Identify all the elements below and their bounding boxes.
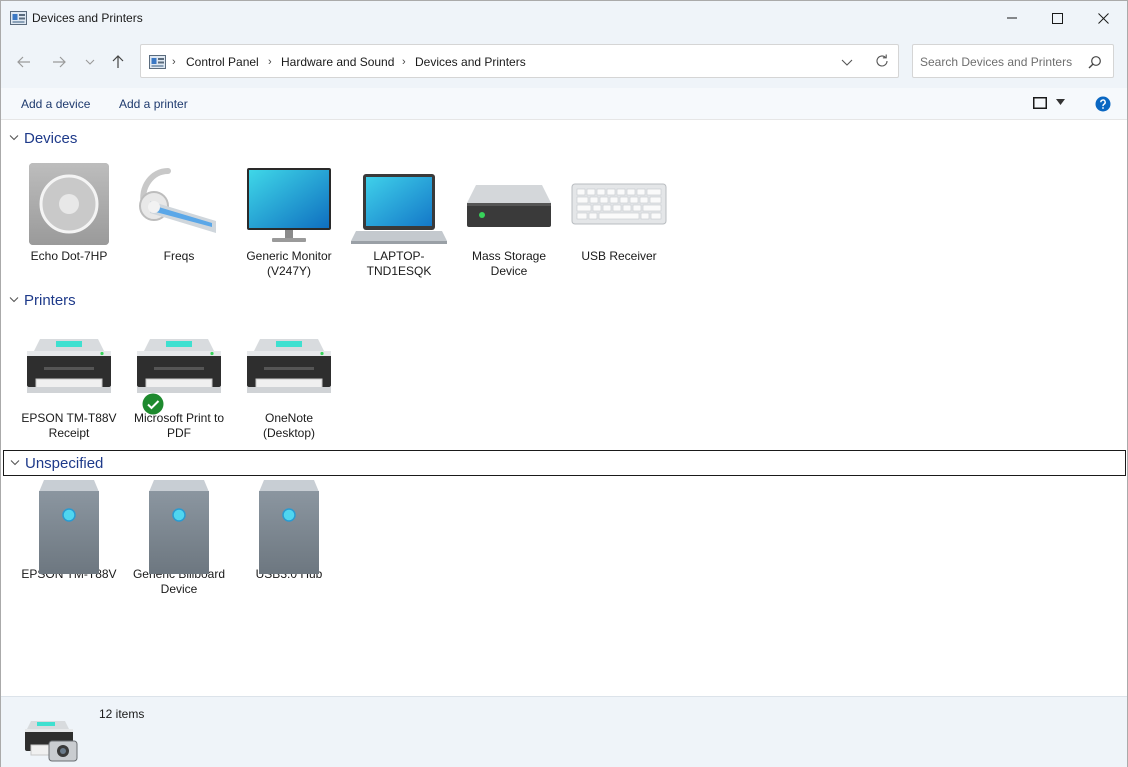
breadcrumb-devices-and-printers[interactable]: Devices and Printers: [415, 55, 526, 69]
chevron-right-icon[interactable]: ›: [268, 56, 272, 68]
printer-item[interactable]: Microsoft Print to PDF: [124, 323, 234, 441]
title-bar: Devices and Printers: [1, 1, 1127, 35]
add-device-button[interactable]: Add a device: [21, 97, 90, 111]
device-item[interactable]: LAPTOP-TND1ESQK: [344, 161, 454, 279]
chevron-right-icon[interactable]: ›: [172, 56, 176, 68]
device-item[interactable]: Echo Dot-7HP: [14, 161, 124, 264]
keyboard-icon: [571, 183, 667, 225]
group-header-devices[interactable]: Devices: [3, 126, 1126, 152]
default-checkmark-icon: [142, 393, 164, 415]
device-item[interactable]: Freqs: [124, 161, 234, 264]
item-count: 12 items: [99, 707, 145, 721]
printer-icon: [137, 339, 221, 393]
minimize-icon: [1007, 17, 1017, 19]
laptop-icon: [351, 174, 447, 244]
group-label: Devices: [24, 130, 78, 147]
control-panel-icon: [149, 55, 166, 69]
device-item[interactable]: Generic Monitor (V247Y): [234, 161, 344, 279]
devices-and-printers-window: Devices and Printers › Control Panel › H…: [0, 0, 1128, 767]
breadcrumb-control-panel[interactable]: Control Panel: [186, 55, 259, 69]
arrow-right-icon: [53, 56, 66, 68]
navigation-bar: › Control Panel › Hardware and Sound › D…: [1, 35, 1127, 88]
chevron-down-icon: [10, 460, 20, 466]
device-label: Echo Dot-7HP: [30, 249, 108, 263]
command-bar: Add a device Add a printer: [1, 88, 1127, 120]
close-button[interactable]: [1080, 1, 1126, 35]
device-item[interactable]: USB Receiver: [564, 161, 674, 264]
generic-device-icon: [39, 480, 99, 574]
window-title: Devices and Printers: [32, 11, 143, 25]
printer-icon: [247, 339, 331, 393]
search-icon[interactable]: [1088, 55, 1102, 69]
forward-button[interactable]: [47, 51, 71, 73]
control-panel-icon: [10, 11, 27, 25]
monitor-icon: [247, 168, 331, 242]
search-input[interactable]: [920, 53, 1085, 70]
chevron-down-icon: [85, 59, 95, 65]
devices-and-printers-icon: [25, 721, 78, 762]
arrow-left-icon: [17, 56, 30, 68]
help-icon[interactable]: [1095, 96, 1111, 112]
printer-icon: [27, 339, 111, 393]
group-label: Unspecified: [25, 455, 104, 472]
drive-icon: [467, 185, 551, 227]
minimize-button[interactable]: [989, 1, 1035, 35]
device-list-area: Devices Echo Dot-7HP Freqs Generic Monit…: [1, 121, 1127, 696]
printer-item[interactable]: OneNote (Desktop): [234, 323, 344, 441]
device-label: Mass Storage Device: [471, 249, 547, 278]
close-icon: [1097, 12, 1109, 24]
printer-item[interactable]: EPSON TM-T88V Receipt: [14, 323, 124, 441]
device-label: LAPTOP-TND1ESQK: [366, 249, 432, 278]
address-bar[interactable]: › Control Panel › Hardware and Sound › D…: [140, 44, 899, 78]
back-button[interactable]: [12, 51, 36, 73]
arrow-up-icon: [112, 55, 124, 68]
chevron-down-icon: [9, 297, 19, 303]
unspecified-item[interactable]: EPSON TM-T88V: [14, 479, 124, 582]
breadcrumb-hardware-and-sound[interactable]: Hardware and Sound: [281, 55, 394, 69]
recent-locations-button[interactable]: [78, 51, 102, 73]
view-dropdown-icon[interactable]: [1056, 99, 1065, 105]
unspecified-item[interactable]: Generic Billboard Device: [124, 479, 234, 597]
printer-label: OneNote (Desktop): [262, 411, 315, 440]
printer-label: EPSON TM-T88V Receipt: [21, 411, 117, 440]
device-item[interactable]: Mass Storage Device: [454, 161, 564, 279]
headset-icon: [139, 168, 216, 233]
device-label: Generic Monitor (V247Y): [246, 249, 332, 278]
address-history-chevron-icon[interactable]: [839, 54, 855, 70]
chevron-down-icon: [9, 135, 19, 141]
printer-label: Microsoft Print to PDF: [133, 411, 225, 440]
add-printer-button[interactable]: Add a printer: [119, 97, 188, 111]
unspecified-item[interactable]: USB3.0 Hub: [234, 479, 344, 582]
generic-device-icon: [149, 480, 209, 574]
device-label: Freqs: [163, 249, 195, 263]
maximize-icon: [1051, 12, 1063, 24]
group-header-printers[interactable]: Printers: [3, 288, 1126, 314]
group-label: Printers: [24, 292, 76, 309]
speaker-icon: [29, 163, 109, 245]
generic-device-icon: [259, 480, 319, 574]
maximize-button[interactable]: [1034, 1, 1080, 35]
details-pane: 12 items: [1, 696, 1127, 767]
refresh-icon[interactable]: [874, 53, 890, 69]
search-box[interactable]: [912, 44, 1114, 78]
device-label: USB Receiver: [581, 249, 657, 263]
view-options-icon[interactable]: [1033, 97, 1047, 109]
up-button[interactable]: [106, 51, 130, 73]
group-header-unspecified[interactable]: Unspecified: [3, 450, 1126, 476]
chevron-right-icon[interactable]: ›: [402, 56, 406, 68]
